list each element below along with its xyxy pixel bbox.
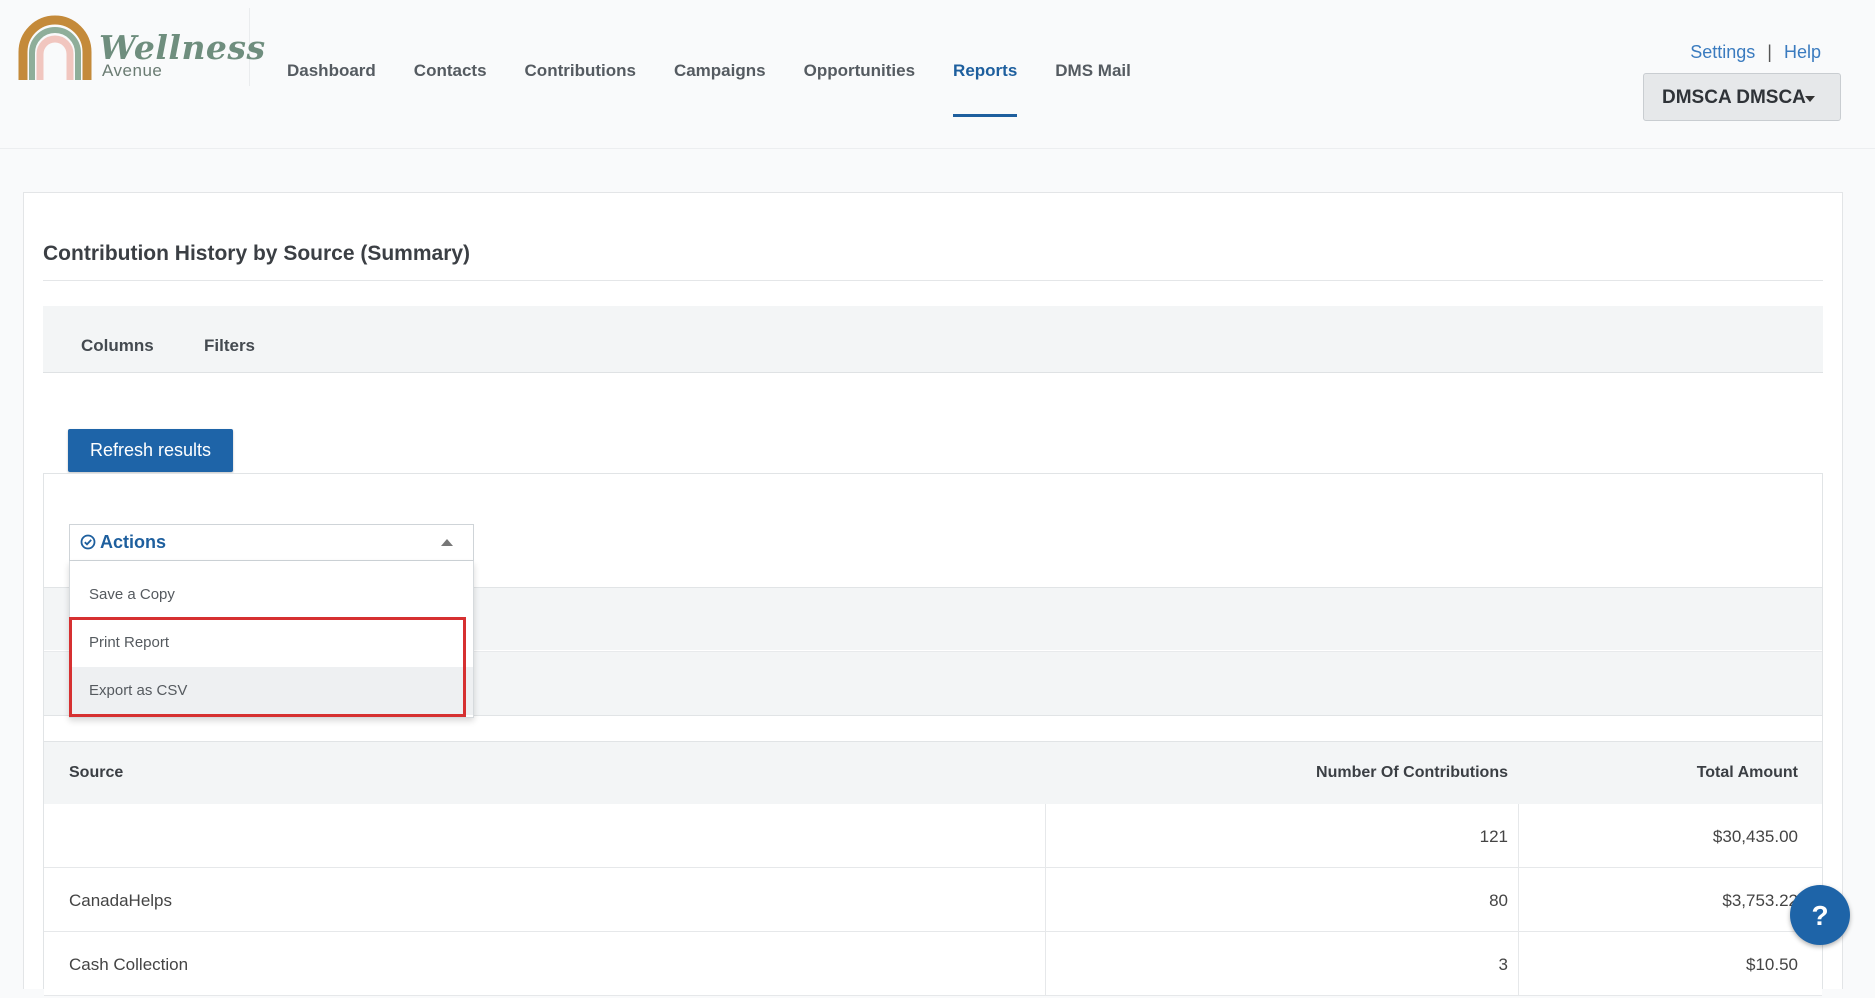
nav-opportunities[interactable]: Opportunities — [804, 0, 915, 148]
table-row: Cash Collection 3 $10.50 — [44, 932, 1822, 996]
help-button[interactable]: ? — [1790, 885, 1850, 945]
rainbow-logo-icon — [18, 15, 92, 80]
column-divider — [1045, 868, 1046, 931]
menu-item-print-report[interactable]: Print Report — [70, 619, 473, 667]
nav-dashboard[interactable]: Dashboard — [287, 0, 376, 148]
menu-item-save-a-copy[interactable]: Save a Copy — [70, 571, 473, 619]
cell-total: $10.50 — [1746, 955, 1798, 974]
column-divider — [1518, 804, 1519, 867]
nav-contributions[interactable]: Contributions — [525, 0, 636, 148]
column-divider — [1518, 932, 1519, 995]
actions-label: Actions — [100, 532, 167, 552]
top-links: Settings | Help — [1690, 42, 1821, 63]
caret-down-icon — [1805, 96, 1815, 102]
cell-count: 121 — [1479, 827, 1508, 846]
table-header: Source Number Of Contributions Total Amo… — [44, 741, 1822, 805]
caret-up-icon — [441, 539, 453, 546]
nav-contacts[interactable]: Contacts — [414, 0, 487, 148]
user-name: DMSCA DMSCA — [1662, 87, 1806, 108]
actions-menu: Save a Copy Print Report Export as CSV — [69, 561, 474, 718]
settings-link[interactable]: Settings — [1690, 42, 1755, 62]
report-tabs: Columns Filters — [43, 306, 1823, 373]
cell-source: Cash Collection — [69, 955, 189, 974]
top-navbar: Wellness Avenue Dashboard Contacts Contr… — [0, 0, 1875, 149]
column-divider — [1045, 804, 1046, 867]
page-title: Contribution History by Source (Summary) — [43, 242, 471, 265]
cell-source: CanadaHelps — [69, 891, 173, 910]
cell-count: 3 — [1498, 955, 1508, 974]
cell-total: $30,435.00 — [1712, 827, 1798, 846]
cell-count: 80 — [1489, 891, 1508, 910]
table-row: 121 $30,435.00 — [44, 804, 1822, 868]
refresh-results-button[interactable]: Refresh results — [68, 429, 233, 472]
header-number-of-contributions[interactable]: Number Of Contributions — [1316, 742, 1508, 804]
column-divider — [1518, 868, 1519, 931]
title-divider — [43, 280, 1823, 281]
user-menu-button[interactable]: DMSCA DMSCA — [1643, 73, 1841, 121]
actions-dropdown[interactable]: Actions — [69, 524, 474, 561]
column-divider — [1045, 932, 1046, 995]
nav-dms-mail[interactable]: DMS Mail — [1055, 0, 1131, 148]
check-circle-icon — [80, 534, 96, 550]
help-link[interactable]: Help — [1784, 42, 1821, 62]
nav-reports[interactable]: Reports — [953, 0, 1018, 148]
nav-campaigns[interactable]: Campaigns — [674, 0, 766, 148]
cell-total: $3,753.22 — [1722, 891, 1798, 910]
table-row: CanadaHelps 80 $3,753.22 — [44, 868, 1822, 932]
header-source[interactable]: Source — [69, 742, 123, 804]
main-nav: Dashboard Contacts Contributions Campaig… — [287, 0, 1169, 148]
link-separator: | — [1767, 42, 1772, 62]
wellness-avenue-logo[interactable]: Wellness Avenue — [17, 8, 265, 86]
menu-item-export-as-csv[interactable]: Export as CSV — [70, 667, 473, 715]
header-total-amount[interactable]: Total Amount — [1697, 742, 1798, 804]
logo-subtitle: Avenue — [102, 61, 163, 80]
tab-columns[interactable]: Columns — [81, 306, 154, 372]
tab-filters[interactable]: Filters — [204, 306, 255, 372]
